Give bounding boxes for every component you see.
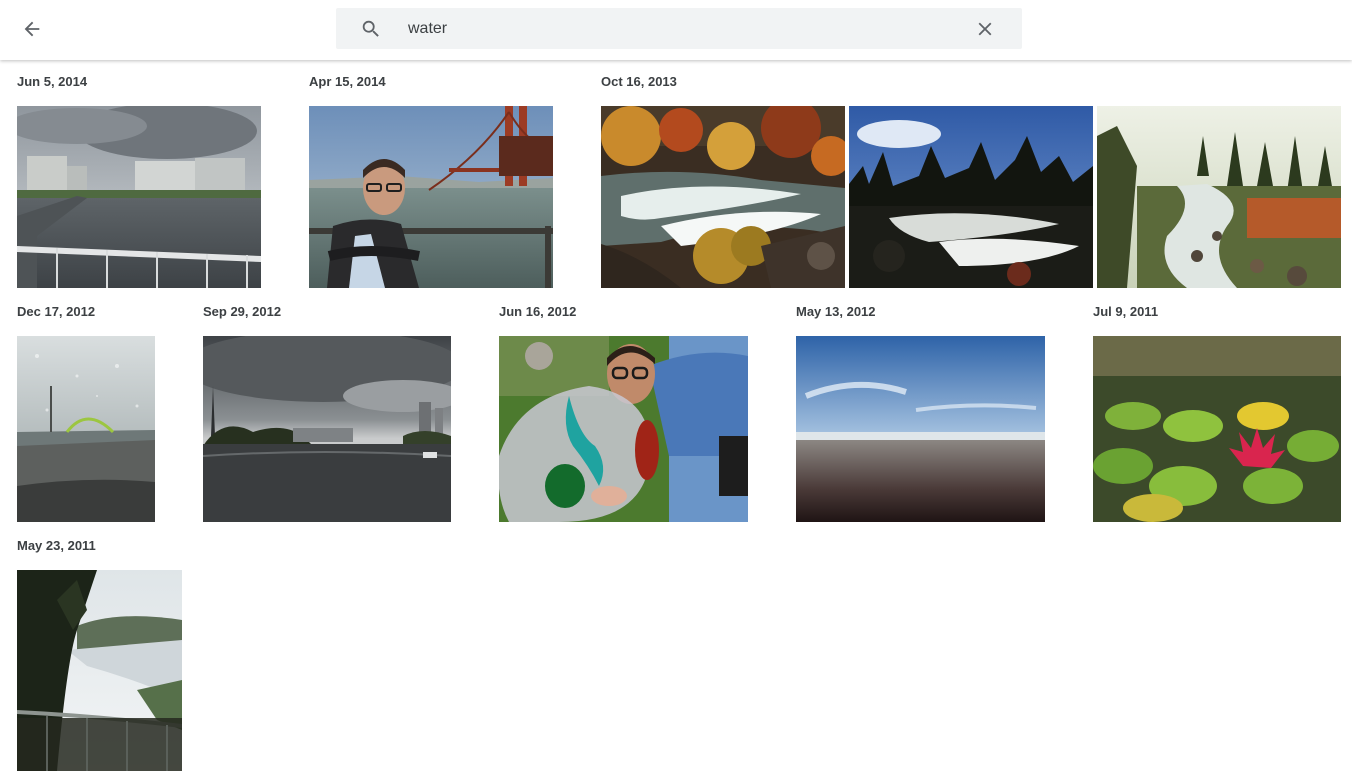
photo-beach-horizon[interactable] [796, 336, 1045, 522]
date-label: Jun 16, 2012 [499, 304, 577, 319]
photo-golden-gate-selfie[interactable] [309, 106, 553, 288]
photo-autumn-rapids[interactable] [601, 106, 845, 288]
date-label: Dec 17, 2012 [17, 304, 96, 319]
photo-man-with-glass-art[interactable] [499, 336, 748, 522]
date-label: May 13, 2012 [796, 304, 876, 319]
search-results: Jun 5, 2014 Apr 15, 2014 Oct 16, 2013 De… [0, 60, 1352, 771]
photo-river-overlook[interactable] [17, 570, 182, 771]
search-icon[interactable] [360, 18, 382, 40]
date-label: May 23, 2011 [17, 538, 96, 553]
date-label: Jul 9, 2011 [1093, 304, 1159, 319]
search-input[interactable] [408, 8, 968, 49]
photo-cloudy-river-city[interactable] [203, 336, 451, 522]
photo-forest-river-silhouette[interactable] [849, 106, 1093, 288]
date-label: Sep 29, 2012 [203, 304, 282, 319]
date-label: Apr 15, 2014 [309, 74, 386, 89]
photo-rainy-windshield[interactable] [17, 336, 155, 522]
photo-harbor-buildings[interactable] [17, 106, 261, 288]
close-icon [978, 22, 992, 36]
back-button[interactable] [14, 11, 50, 47]
photo-river-valley-pines[interactable] [1097, 106, 1341, 288]
clear-search-button[interactable] [972, 16, 998, 42]
date-label: Oct 16, 2013 [601, 74, 677, 89]
search-bar [336, 8, 1022, 49]
arrow-back-icon [24, 21, 40, 37]
date-label: Jun 5, 2014 [17, 74, 88, 89]
photo-water-lily-pond[interactable] [1093, 336, 1341, 522]
top-app-bar [0, 0, 1352, 60]
